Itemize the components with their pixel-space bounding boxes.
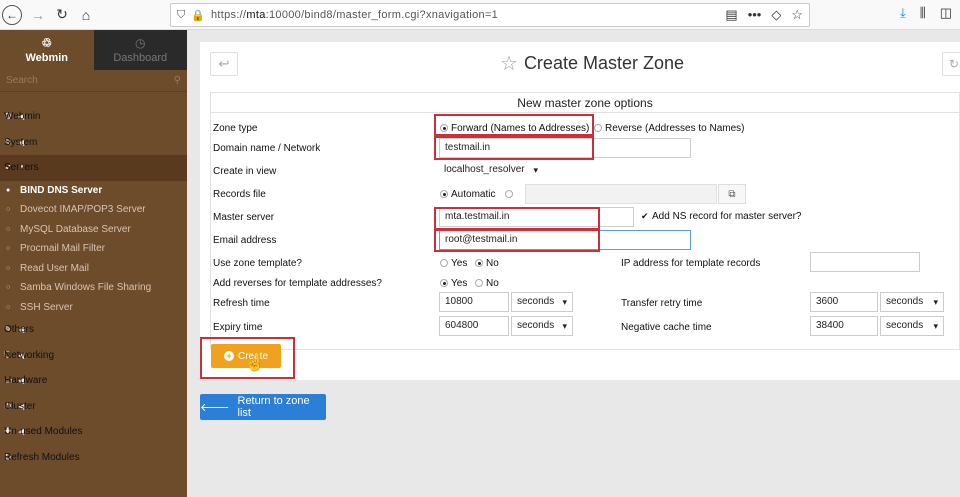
records-custom-radio[interactable] (505, 189, 516, 200)
refresh-input[interactable]: 10800 (439, 292, 509, 312)
refresh-label: Refresh time (213, 298, 270, 309)
negcache-label: Negative cache time (621, 322, 712, 333)
expiry-unit-select[interactable]: seconds (511, 316, 573, 336)
refresh-unit-select[interactable]: seconds (511, 292, 573, 312)
template-yes-radio[interactable]: Yes (440, 258, 467, 269)
sidebar-item-unused[interactable]: ✚ Un-used Modules ◀ (0, 419, 187, 445)
return-to-zone-list-button[interactable]: 🡐 Return to zone list (200, 394, 326, 420)
sidebar-subitem-procmail[interactable]: ○ Procmail Mail Filter (0, 239, 187, 259)
sidebar: ♲ Webmin ◷ Dashboard Search ⚲ ⚙ Webmin ◀ ✎… (0, 30, 187, 497)
reload-icon[interactable]: ↻ (50, 3, 74, 27)
bullet-icon: ○ (6, 264, 11, 272)
ip-template-label: IP address for template records (621, 258, 761, 269)
library-icon[interactable]: ⫼ (920, 5, 926, 21)
zone-type-reverse-radio[interactable]: Reverse (Addresses to Names) (594, 123, 745, 134)
sidebar-item-cluster[interactable]: ⏻ Cluster ◀ (0, 394, 187, 420)
left-arrow-icon: 🡐 (200, 402, 230, 414)
reverses-yes-radio[interactable]: Yes (440, 278, 467, 289)
sidebar-subitem-dovecot[interactable]: ○ Dovecot IMAP/POP3 Server (0, 200, 187, 220)
file-chooser-icon: ⧉ (728, 188, 736, 200)
main-area: ↩ ☆ Create Master Zone ↻ New master zone… (187, 30, 960, 497)
negcache-unit-select[interactable]: seconds (880, 316, 944, 336)
highlight-domain (434, 136, 594, 160)
reverses-label: Add reverses for template addresses? (213, 278, 382, 289)
reader-view-icon[interactable]: ▤ (725, 7, 737, 23)
shield-icon: ⛉ (177, 8, 186, 21)
expiry-input[interactable]: 604800 (439, 316, 509, 336)
sidebar-item-refresh[interactable]: ↻ Refresh Modules (0, 445, 187, 471)
search-icon: ⚲ (173, 75, 181, 86)
sidebar-subitem-ssh[interactable]: ○ SSH Server (0, 298, 187, 318)
bookmark-star-icon[interactable]: ☆ (791, 7, 803, 23)
records-label: Records file (213, 189, 266, 200)
browser-toolbar: ← → ↻ ⌂ ⛉ 🔒 https://mta:10000/bind8/mast… (0, 0, 960, 30)
hand-cursor-icon: ☝ (245, 355, 265, 372)
tab-dashboard[interactable]: ◷ Dashboard (93, 30, 187, 70)
return-arrow-icon: ↩ (218, 56, 230, 71)
template-no-radio[interactable]: No (475, 258, 499, 269)
section-header: New master zone options (211, 93, 959, 113)
bullet-icon: ○ (6, 206, 11, 214)
lock-warning-icon: 🔒 (191, 9, 205, 22)
highlight-master-server (434, 207, 600, 230)
records-automatic-radio[interactable]: Automatic (440, 189, 495, 200)
page-title: ☆ Create Master Zone (500, 51, 685, 76)
bullet-icon: ○ (6, 225, 11, 233)
bullet-icon: ○ (6, 245, 11, 253)
add-ns-checkbox[interactable]: ✔ Add NS record for master server? (641, 211, 802, 222)
url-bar[interactable]: ⛉ 🔒 https://mta:10000/bind8/master_form.… (170, 3, 810, 27)
sidebar-item-servers[interactable]: ➶ Servers ▼ (0, 155, 187, 181)
expiry-label: Expiry time (213, 322, 263, 333)
retry-label: Transfer retry time (621, 298, 703, 309)
sidebar-item-webmin[interactable]: ⚙ Webmin ◀ (0, 104, 187, 130)
zone-type-label: Zone type (213, 123, 258, 134)
sidebar-toggle-icon[interactable]: ◫ (940, 5, 952, 21)
view-select[interactable]: localhost_resolver (439, 161, 543, 181)
highlight-email (434, 229, 600, 252)
sidebar-subitem-mysql[interactable]: ○ MySQL Database Server (0, 220, 187, 240)
bullet-icon: ○ (6, 303, 11, 311)
tab-webmin[interactable]: ♲ Webmin (0, 30, 94, 70)
ip-template-input[interactable] (810, 252, 920, 272)
back-arrow-icon[interactable]: ← (2, 4, 22, 25)
star-icon[interactable]: ☆ (500, 51, 518, 76)
retry-unit-select[interactable]: seconds (880, 292, 944, 312)
master-server-label: Master server (213, 212, 275, 223)
email-label: Email address (213, 235, 277, 246)
back-button[interactable]: ↩ (210, 52, 238, 76)
sidebar-subitem-read-mail[interactable]: ○ Read User Mail (0, 259, 187, 279)
view-label: Create in view (213, 166, 277, 177)
bullet-icon: ● (6, 186, 11, 194)
domain-label: Domain name / Network (213, 143, 321, 154)
sidebar-item-networking[interactable]: ⛉ Networking ◀ (0, 343, 187, 369)
retry-input[interactable]: 3600 (810, 292, 878, 312)
download-icon[interactable]: ⤓ (900, 5, 906, 21)
more-icon[interactable]: ••• (748, 7, 762, 23)
url-text: https://mta:10000/bind8/master_form.cgi?… (210, 9, 499, 21)
sidebar-subitem-samba[interactable]: ○ Samba Windows File Sharing (0, 278, 187, 298)
webmin-logo-icon: ♲ (41, 36, 53, 50)
refresh-button[interactable]: ↻ (942, 52, 960, 76)
sidebar-item-hardware[interactable]: ▭ Hardware ◀ (0, 368, 187, 394)
pocket-icon[interactable]: ◇ (771, 7, 781, 23)
sidebar-search[interactable]: Search ⚲ (0, 70, 187, 92)
template-label: Use zone template? (213, 258, 302, 269)
records-file-input[interactable] (525, 184, 717, 204)
sidebar-subitem-bind[interactable]: ● BIND DNS Server (0, 181, 187, 201)
negcache-input[interactable]: 38400 (810, 316, 878, 336)
forward-arrow-icon[interactable]: → (26, 3, 50, 27)
sidebar-item-system[interactable]: ✎ System ◀ (0, 130, 187, 156)
reverses-no-radio[interactable]: No (475, 278, 499, 289)
refresh-icon: ↻ (948, 57, 960, 71)
bullet-icon: ○ (6, 284, 11, 292)
sidebar-item-others[interactable]: ✎ Others ◀ (0, 317, 187, 343)
dashboard-icon: ◷ (135, 36, 146, 50)
file-chooser-button[interactable]: ⧉ (718, 184, 746, 204)
highlight-zone-type (434, 114, 594, 136)
home-icon[interactable]: ⌂ (74, 3, 98, 27)
plus-circle-icon: + (223, 351, 234, 361)
checkmark-icon: ✔ (641, 211, 649, 221)
